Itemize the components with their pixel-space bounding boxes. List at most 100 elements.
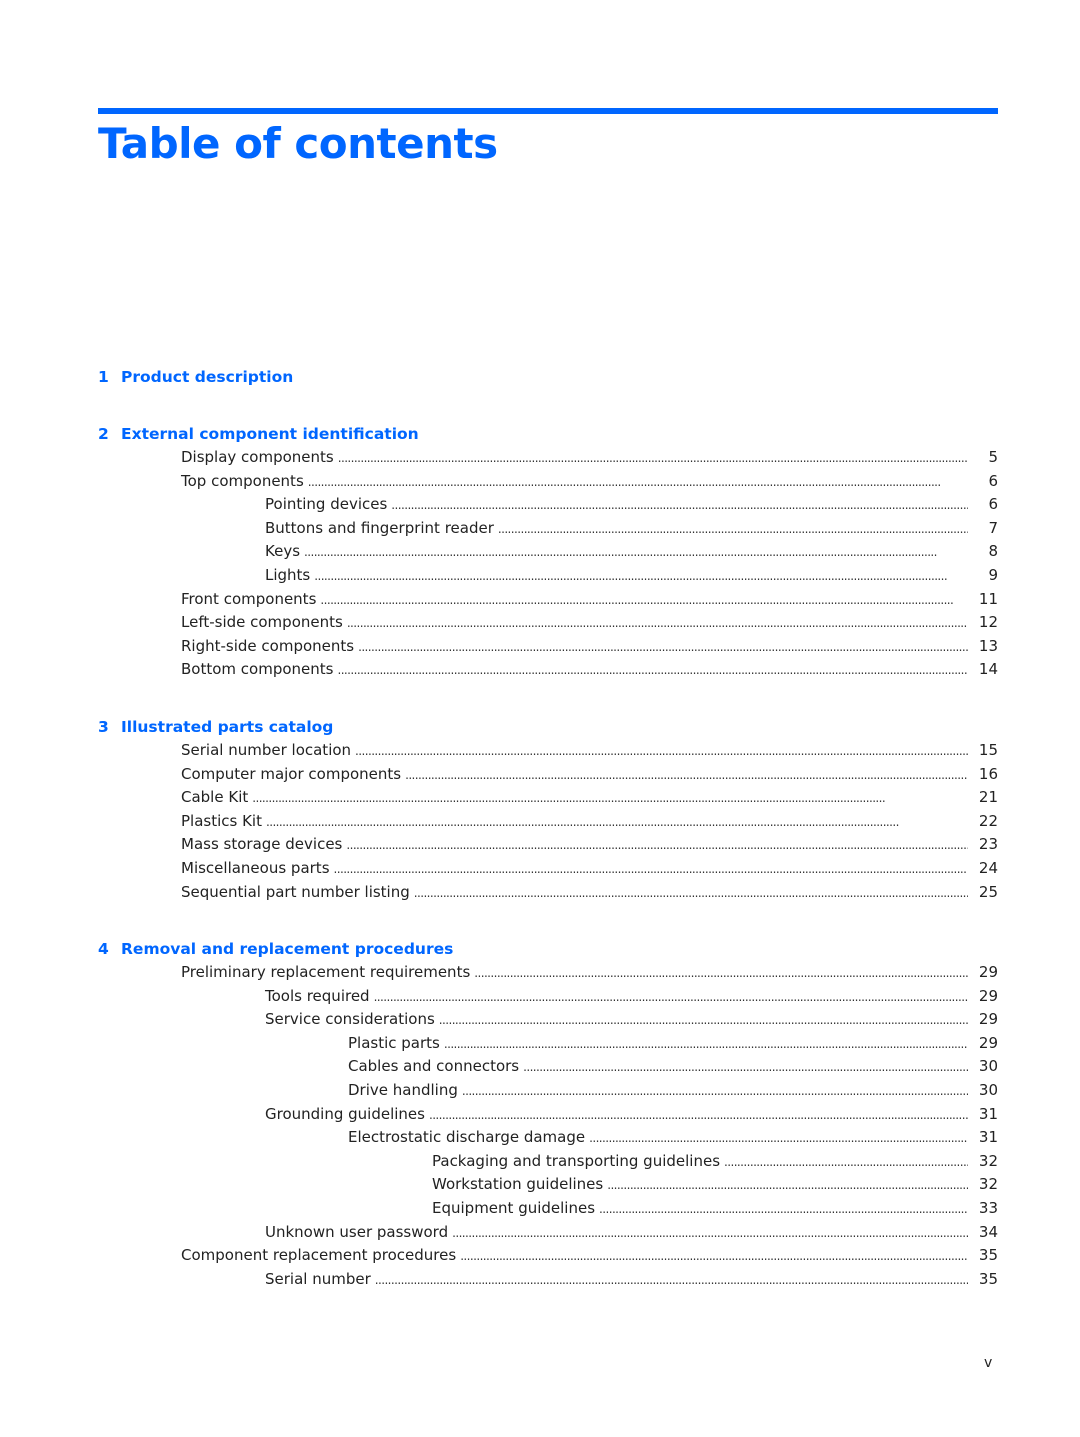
toc-entry[interactable]: Unknown user password 34: [98, 1221, 998, 1245]
toc-chapter-heading[interactable]: 2 External component identification: [98, 422, 998, 446]
toc-entry[interactable]: Component replacement procedures 35: [98, 1244, 998, 1268]
toc-entry[interactable]: Front components 11: [98, 588, 998, 612]
toc-entry-page[interactable]: 31: [968, 1126, 998, 1150]
toc-entry[interactable]: Miscellaneous parts 24: [98, 857, 998, 881]
toc-entry[interactable]: Bottom components 14: [98, 658, 998, 682]
chapter-title[interactable]: Product description: [121, 365, 293, 389]
toc-chapter-heading[interactable]: 4 Removal and replacement procedures: [98, 937, 998, 961]
toc-entry-page[interactable]: 6: [968, 470, 998, 494]
toc-entry-label[interactable]: Computer major components: [181, 763, 405, 787]
toc-entry-label[interactable]: Drive handling: [348, 1079, 462, 1103]
toc-entry[interactable]: Top components 6: [98, 470, 998, 494]
toc-entry-page[interactable]: 29: [968, 985, 998, 1009]
toc-entry-label[interactable]: Mass storage devices: [181, 833, 346, 857]
toc-entry[interactable]: Computer major components 16: [98, 763, 998, 787]
toc-entry-label[interactable]: Lights: [265, 564, 314, 588]
toc-entry[interactable]: Sequential part number listing 25: [98, 881, 998, 905]
toc-entry-label[interactable]: Workstation guidelines: [432, 1173, 607, 1197]
toc-entry[interactable]: Packaging and transporting guidelines 32: [98, 1150, 998, 1174]
toc-entry-page[interactable]: 32: [968, 1150, 998, 1174]
toc-entry-page[interactable]: 5: [968, 446, 998, 470]
toc-entry-label[interactable]: Equipment guidelines: [432, 1197, 599, 1221]
toc-entry-page[interactable]: 11: [968, 588, 998, 612]
toc-entry-page[interactable]: 12: [968, 611, 998, 635]
toc-entry[interactable]: Plastic parts 29: [98, 1032, 998, 1056]
toc-entry-label[interactable]: Grounding guidelines: [265, 1103, 429, 1127]
toc-entry[interactable]: Tools required 29: [98, 985, 998, 1009]
toc-entry-label[interactable]: Component replacement procedures: [181, 1244, 460, 1268]
toc-entry[interactable]: Service considerations 29: [98, 1008, 998, 1032]
toc-entry-label[interactable]: Right-side components: [181, 635, 358, 659]
toc-entry-label[interactable]: Buttons and fingerprint reader: [265, 517, 498, 541]
toc-chapter-heading[interactable]: 1 Product description: [98, 365, 998, 389]
toc-entry-page[interactable]: 21: [968, 786, 998, 810]
toc-entry-page[interactable]: 13: [968, 635, 998, 659]
toc-entry-page[interactable]: 23: [968, 833, 998, 857]
toc-entry-page[interactable]: 6: [968, 493, 998, 517]
toc-entry-page[interactable]: 29: [968, 1032, 998, 1056]
toc-entry-page[interactable]: 16: [968, 763, 998, 787]
toc-entry-label[interactable]: Plastics Kit: [181, 810, 266, 834]
toc-entry[interactable]: Lights 9: [98, 564, 998, 588]
toc-entry[interactable]: Mass storage devices 23: [98, 833, 998, 857]
toc-entry[interactable]: Plastics Kit 22: [98, 810, 998, 834]
toc-entry-label[interactable]: Left-side components: [181, 611, 347, 635]
toc-entry[interactable]: Drive handling 30: [98, 1079, 998, 1103]
toc-chapter-heading[interactable]: 3 Illustrated parts catalog: [98, 715, 998, 739]
toc-entry-label[interactable]: Preliminary replacement requirements: [181, 961, 474, 985]
toc-entry-page[interactable]: 29: [968, 1008, 998, 1032]
toc-entry-label[interactable]: Packaging and transporting guidelines: [432, 1150, 724, 1174]
toc-entry-label[interactable]: Display components: [181, 446, 338, 470]
toc-entry[interactable]: Serial number location 15: [98, 739, 998, 763]
toc-entry-page[interactable]: 14: [968, 658, 998, 682]
toc-entry-page[interactable]: 33: [968, 1197, 998, 1221]
toc-entry[interactable]: Keys 8: [98, 540, 998, 564]
toc-entry-label[interactable]: Cable Kit: [181, 786, 252, 810]
toc-entry-label[interactable]: Pointing devices: [265, 493, 391, 517]
toc-entry[interactable]: Electrostatic discharge damage 31: [98, 1126, 998, 1150]
toc-entry-page[interactable]: 35: [968, 1268, 998, 1292]
chapter-title[interactable]: Removal and replacement procedures: [121, 937, 453, 961]
toc-entry[interactable]: Workstation guidelines 32: [98, 1173, 998, 1197]
toc-entry-label[interactable]: Electrostatic discharge damage: [348, 1126, 589, 1150]
toc-entry-label[interactable]: Sequential part number listing: [181, 881, 414, 905]
toc-entry-page[interactable]: 15: [968, 739, 998, 763]
toc-entry-page[interactable]: 30: [968, 1055, 998, 1079]
toc-entry-label[interactable]: Front components: [181, 588, 320, 612]
toc-entry-page[interactable]: 32: [968, 1173, 998, 1197]
toc-entry[interactable]: Right-side components 13: [98, 635, 998, 659]
toc-entry-label[interactable]: Unknown user password: [265, 1221, 452, 1245]
toc-entry[interactable]: Equipment guidelines 33: [98, 1197, 998, 1221]
toc-entry[interactable]: Buttons and fingerprint reader 7: [98, 517, 998, 541]
toc-entry-label[interactable]: Keys: [265, 540, 304, 564]
toc-entry-label[interactable]: Serial number location: [181, 739, 355, 763]
toc-entry-page[interactable]: 22: [968, 810, 998, 834]
toc-entry-page[interactable]: 34: [968, 1221, 998, 1245]
toc-entry-page[interactable]: 24: [968, 857, 998, 881]
toc-entry-page[interactable]: 7: [968, 517, 998, 541]
toc-entry-label[interactable]: Plastic parts: [348, 1032, 444, 1056]
toc-entry-label[interactable]: Tools required: [265, 985, 374, 1009]
toc-entry-page[interactable]: 35: [968, 1244, 998, 1268]
toc-entry-page[interactable]: 25: [968, 881, 998, 905]
toc-entry[interactable]: Display components 5: [98, 446, 998, 470]
toc-entry-page[interactable]: 29: [968, 961, 998, 985]
toc-entry[interactable]: Cables and connectors 30: [98, 1055, 998, 1079]
chapter-title[interactable]: Illustrated parts catalog: [121, 715, 333, 739]
toc-entry-page[interactable]: 8: [968, 540, 998, 564]
toc-entry-label[interactable]: Top components: [181, 470, 308, 494]
toc-entry-label[interactable]: Serial number: [265, 1268, 375, 1292]
toc-entry-label[interactable]: Service considerations: [265, 1008, 439, 1032]
toc-entry-label[interactable]: Miscellaneous parts: [181, 857, 334, 881]
toc-entry[interactable]: Serial number 35: [98, 1268, 998, 1292]
toc-entry[interactable]: Cable Kit 21: [98, 786, 998, 810]
toc-entry[interactable]: Grounding guidelines 31: [98, 1103, 998, 1127]
toc-entry-page[interactable]: 9: [968, 564, 998, 588]
toc-entry[interactable]: Preliminary replacement requirements 29: [98, 961, 998, 985]
toc-entry[interactable]: Left-side components 12: [98, 611, 998, 635]
toc-entry[interactable]: Pointing devices 6: [98, 493, 998, 517]
toc-entry-page[interactable]: 30: [968, 1079, 998, 1103]
toc-entry-label[interactable]: Bottom components: [181, 658, 337, 682]
toc-entry-page[interactable]: 31: [968, 1103, 998, 1127]
toc-entry-label[interactable]: Cables and connectors: [348, 1055, 523, 1079]
